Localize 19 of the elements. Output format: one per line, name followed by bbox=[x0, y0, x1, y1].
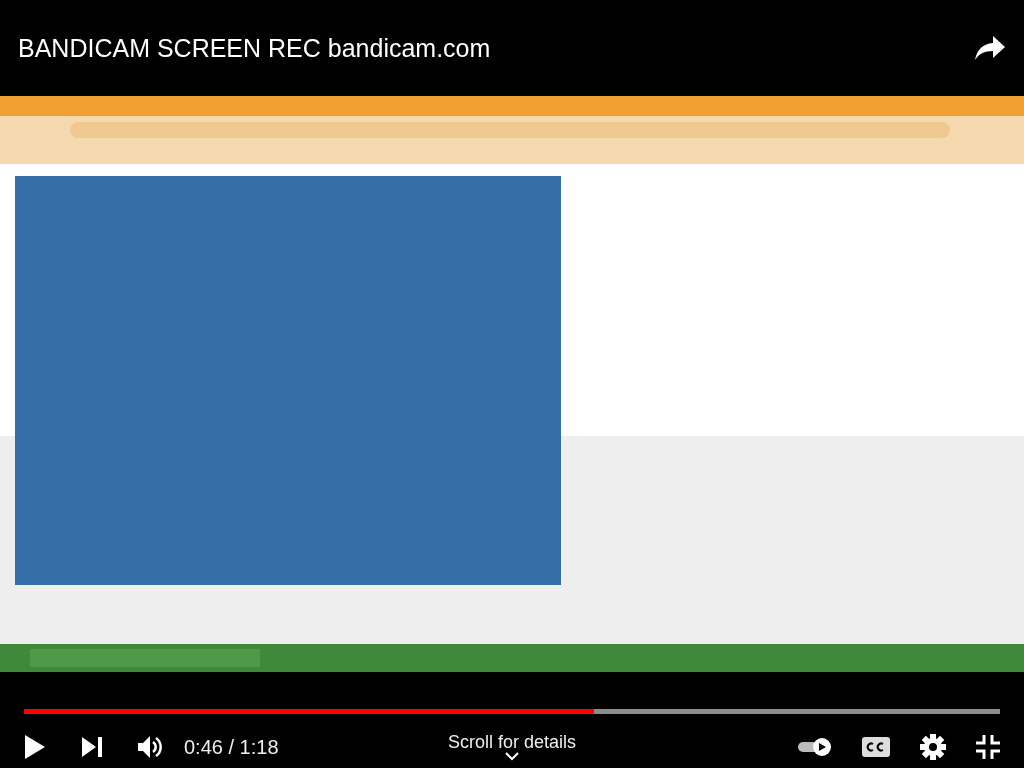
share-icon bbox=[974, 34, 1006, 62]
video-title: BANDICAM SCREEN REC bandicam.com bbox=[18, 35, 491, 61]
exit-fullscreen-button[interactable] bbox=[976, 735, 1000, 759]
time-display: 0:46 / 1:18 bbox=[184, 735, 279, 760]
scroll-hint-button[interactable]: Scroll for details bbox=[447, 732, 577, 762]
play-button[interactable] bbox=[24, 734, 46, 760]
settings-icon bbox=[920, 734, 946, 760]
next-button[interactable] bbox=[82, 737, 102, 757]
next-icon bbox=[82, 737, 102, 757]
share-button[interactable] bbox=[974, 34, 1006, 62]
autoplay-toggle[interactable] bbox=[798, 737, 832, 757]
play-icon bbox=[24, 734, 46, 760]
settings-button[interactable] bbox=[920, 734, 946, 760]
volume-button[interactable] bbox=[138, 735, 164, 759]
captions-button[interactable] bbox=[862, 737, 890, 757]
captions-icon bbox=[862, 737, 890, 757]
volume-icon bbox=[138, 735, 164, 759]
chevron-down-icon bbox=[505, 752, 519, 762]
exit-fullscreen-icon bbox=[976, 735, 1000, 759]
